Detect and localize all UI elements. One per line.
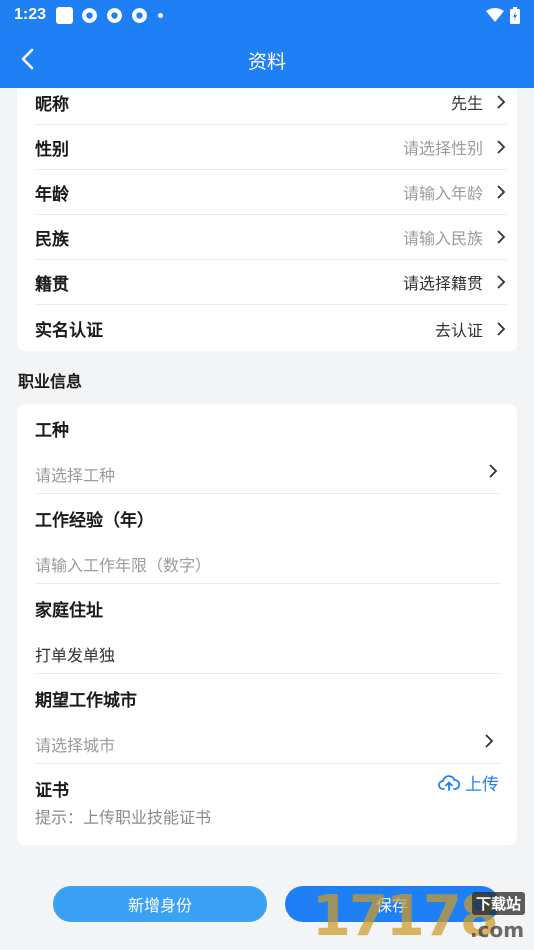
certificate-label: 证书: [35, 781, 69, 801]
notification-gear-icon: [132, 7, 147, 23]
row-label: 昵称: [35, 94, 69, 115]
row-label: 实名认证: [35, 321, 103, 341]
chevron-right-icon: [497, 140, 506, 154]
chevron-right-icon: [497, 185, 506, 199]
experience-input[interactable]: 请输入工作年限（数字）: [35, 552, 211, 576]
watermark-logo: 17178 下载站 .com: [312, 884, 534, 950]
watermark-domain: .com: [470, 918, 525, 942]
row-value: 先生: [450, 94, 483, 113]
chevron-right-icon: [497, 230, 506, 244]
divider: [35, 763, 501, 764]
row-label: 民族: [35, 229, 69, 250]
job-type-select[interactable]: 请选择工种: [35, 462, 115, 486]
upload-label: 上传: [465, 775, 499, 795]
row-value: 请输入年龄: [402, 184, 483, 203]
notification-gear-icon: [107, 7, 122, 23]
divider: [35, 673, 501, 674]
row-value: 请选择籍贯: [402, 274, 483, 293]
expected-city-select[interactable]: 请选择城市: [35, 732, 115, 756]
notification-app-icon: [56, 6, 74, 24]
status-bar: 1:23: [0, 0, 534, 30]
row-value: 去认证: [434, 320, 483, 340]
row-label: 籍贯: [35, 274, 69, 295]
chevron-right-icon: [497, 275, 506, 289]
battery-icon: [510, 6, 520, 24]
row-label: 性别: [35, 139, 69, 160]
page-title: 资料: [247, 51, 286, 73]
cloud-upload-icon: [438, 774, 460, 791]
certificate-hint: 提示：上传职业技能证书: [35, 808, 212, 827]
divider: [35, 493, 501, 494]
gender-row[interactable]: 性别 请选择性别: [35, 125, 507, 170]
expected-city-label: 期望工作城市: [35, 691, 137, 711]
status-time: 1:23: [14, 6, 47, 23]
nickname-row[interactable]: 昵称 先生: [35, 80, 507, 125]
chevron-right-icon: [485, 734, 494, 748]
chevron-right-icon: [497, 95, 506, 109]
chevron-right-icon: [489, 464, 498, 478]
native-place-row[interactable]: 籍贯 请选择籍贯: [35, 260, 507, 305]
upload-certificate-button[interactable]: 上传: [438, 770, 499, 795]
personal-info-card: 昵称 先生 性别 请选择性别 年龄 请输入年龄 民族 请输入民族 籍贯 请选择籍…: [17, 88, 517, 351]
add-identity-button[interactable]: 新增身份: [53, 886, 267, 922]
experience-label: 工作经验（年）: [35, 511, 154, 531]
row-value: 请输入民族: [402, 229, 483, 248]
career-section-title: 职业信息: [18, 372, 83, 391]
job-type-label: 工种: [35, 421, 69, 441]
row-value: 请选择性别: [402, 139, 483, 158]
real-name-verification-row[interactable]: 实名认证 去认证: [35, 306, 507, 351]
home-address-input[interactable]: 打单发单独: [35, 642, 115, 666]
wifi-icon: [486, 8, 504, 22]
row-label: 年龄: [35, 184, 69, 205]
ethnicity-row[interactable]: 民族 请输入民族: [35, 215, 507, 260]
divider: [35, 583, 501, 584]
chevron-right-icon: [497, 321, 506, 336]
career-info-card: 工种 请选择工种 工作经验（年） 请输入工作年限（数字） 家庭住址 打单发单独 …: [17, 404, 517, 845]
age-row[interactable]: 年龄 请输入年龄: [35, 170, 507, 215]
watermark-tag: 下载站: [472, 892, 526, 915]
notification-gear-icon: [82, 7, 97, 23]
more-notifications-dot-icon: [158, 12, 164, 18]
home-address-label: 家庭住址: [35, 601, 103, 621]
